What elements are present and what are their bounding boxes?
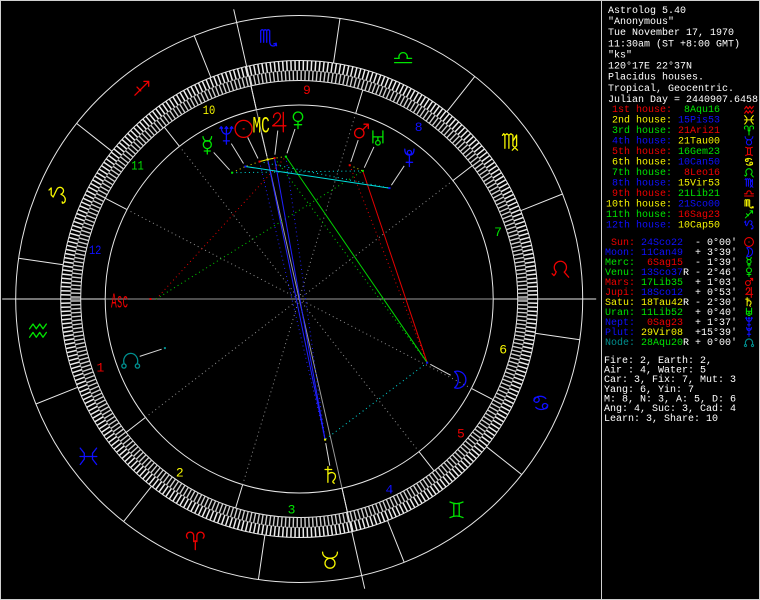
- svg-text:Astrolog 5.40: Astrolog 5.40: [608, 5, 686, 17]
- svg-text:4: 4: [385, 482, 393, 497]
- svg-text:2nd house: 15Pis53: 2nd house: 15Pis53: [606, 114, 720, 126]
- svg-text:7: 7: [494, 225, 502, 240]
- svg-text:1: 1: [96, 360, 104, 375]
- svg-text:7th house: 8Leo16: 7th house: 8Leo16: [606, 167, 720, 179]
- svg-text:6: 6: [499, 343, 507, 358]
- svg-text:12: 12: [89, 243, 102, 258]
- svg-text:1st house: 8Aqu16: 1st house: 8Aqu16: [606, 104, 720, 116]
- svg-text:9th house: 21Lib21: 9th house: 21Lib21: [606, 188, 720, 200]
- svg-text:11th house: 16Sag23: 11th house: 16Sag23: [606, 209, 720, 221]
- svg-text:10: 10: [203, 103, 216, 118]
- svg-text:8: 8: [415, 120, 423, 135]
- svg-text:3rd house: 21Ari21: 3rd house: 21Ari21: [606, 125, 720, 137]
- svg-text:MC: MC: [253, 114, 270, 140]
- svg-text:"Anonymous": "Anonymous": [608, 16, 674, 28]
- svg-text:Learn: 3, Share: 10: Learn: 3, Share: 10: [604, 413, 718, 425]
- svg-text:2: 2: [176, 466, 184, 481]
- svg-text:11: 11: [131, 159, 144, 174]
- svg-text:8th house: 15Vir53: 8th house: 15Vir53: [606, 177, 720, 189]
- svg-text:5th house: 16Gem23: 5th house: 16Gem23: [606, 146, 720, 158]
- svg-text:3: 3: [288, 503, 296, 518]
- svg-text:12th house: 10Cap50: 12th house: 10Cap50: [606, 219, 720, 231]
- svg-text:9: 9: [303, 83, 311, 98]
- svg-text:6th house: 10Can50: 6th house: 10Can50: [606, 156, 720, 168]
- svg-text:Tropical, Geocentric.: Tropical, Geocentric.: [608, 83, 734, 95]
- svg-text:11:30am (ST +8:00 GMT): 11:30am (ST +8:00 GMT): [608, 38, 740, 50]
- svg-text:120°17E 22°37N: 120°17E 22°37N: [608, 61, 692, 73]
- svg-text:"ks": "ks": [608, 49, 632, 61]
- svg-text:Placidus houses.: Placidus houses.: [608, 72, 704, 84]
- svg-text:Tue November 17, 1970: Tue November 17, 1970: [608, 27, 734, 39]
- svg-text:4th house: 21Tau00: 4th house: 21Tau00: [606, 135, 720, 147]
- svg-text:5: 5: [457, 427, 465, 442]
- svg-text:Node: 28Aqu20R + 0°00': Node: 28Aqu20R + 0°00': [605, 337, 737, 349]
- svg-text:Asc: Asc: [111, 291, 128, 316]
- svg-text:10th house: 21Sco00: 10th house: 21Sco00: [606, 198, 720, 210]
